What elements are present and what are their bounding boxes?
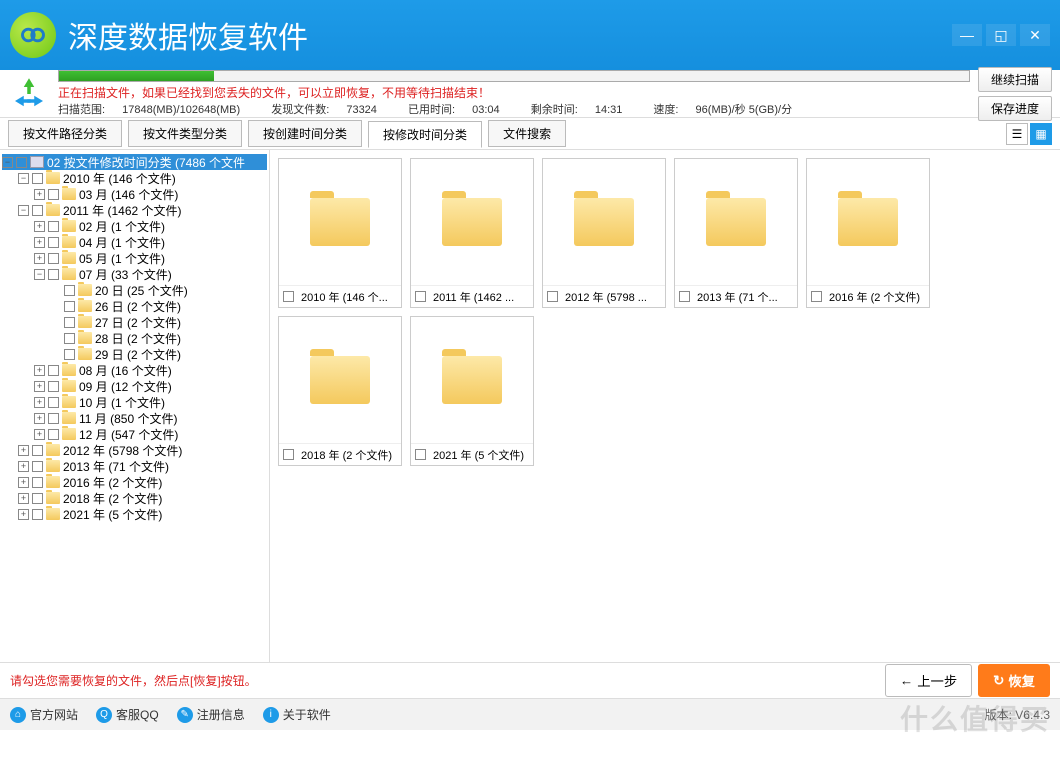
tab-path[interactable]: 按文件路径分类 <box>8 120 122 147</box>
folder-icon <box>838 198 898 246</box>
grid-view-button[interactable]: ▦ <box>1030 123 1052 145</box>
tree-node[interactable]: +2012 年 (5798 个文件) <box>2 442 267 458</box>
home-icon: ⌂ <box>10 707 26 723</box>
tree-node[interactable]: −2011 年 (1462 个文件) <box>2 202 267 218</box>
file-grid: 2010 年 (146 个... 2011 年 (1462 ... 2012 年 (… <box>270 150 1060 662</box>
recycle-icon <box>8 73 50 115</box>
tree-node[interactable]: +12 月 (547 个文件) <box>2 426 267 442</box>
folder-icon <box>574 198 634 246</box>
scan-notice: 正在扫描文件，如果已经找到您丢失的文件，可以立即恢复，不用等待扫描结束！ <box>58 84 970 101</box>
folder-icon <box>310 356 370 404</box>
folder-icon <box>706 198 766 246</box>
title-bar: 深度数据恢复软件 — ◱ ✕ <box>0 0 1060 70</box>
folder-thumb[interactable]: 2018 年 (2 个文件) <box>278 316 402 466</box>
thumb-checkbox[interactable] <box>547 291 558 302</box>
thumb-checkbox[interactable] <box>679 291 690 302</box>
tree-node[interactable]: +09 月 (12 个文件) <box>2 378 267 394</box>
tree-node[interactable]: +2013 年 (71 个文件) <box>2 458 267 474</box>
thumb-label: 2018 年 (2 个文件) <box>301 447 392 463</box>
folder-thumb[interactable]: 2010 年 (146 个... <box>278 158 402 308</box>
tab-search[interactable]: 文件搜索 <box>488 120 566 147</box>
folder-icon <box>442 356 502 404</box>
folder-thumb[interactable]: 2021 年 (5 个文件) <box>410 316 534 466</box>
tree-node[interactable]: +04 月 (1 个文件) <box>2 234 267 250</box>
tree-node[interactable]: −2010 年 (146 个文件) <box>2 170 267 186</box>
tree-node[interactable]: +2016 年 (2 个文件) <box>2 474 267 490</box>
link-qq[interactable]: Q客服QQ <box>96 706 159 723</box>
thumb-checkbox[interactable] <box>283 449 294 460</box>
tree-node[interactable]: +08 月 (16 个文件) <box>2 362 267 378</box>
folder-thumb[interactable]: 2016 年 (2 个文件) <box>806 158 930 308</box>
version-label: 版本: V6.4.3 <box>985 706 1050 723</box>
category-tabs: 按文件路径分类 按文件类型分类 按创建时间分类 按修改时间分类 文件搜索 ☰ ▦ <box>0 118 1060 150</box>
folder-thumb[interactable]: 2012 年 (5798 ... <box>542 158 666 308</box>
tree-node[interactable]: +2018 年 (2 个文件) <box>2 490 267 506</box>
folder-icon <box>442 198 502 246</box>
scan-stats: 扫描范围: 17848(MB)/102648(MB) 发现文件数: 73324 … <box>58 101 970 117</box>
thumb-label: 2012 年 (5798 ... <box>565 289 647 305</box>
close-button[interactable]: ✕ <box>1020 24 1050 46</box>
thumb-label: 2016 年 (2 个文件) <box>829 289 920 305</box>
tree-node[interactable]: +11 月 (850 个文件) <box>2 410 267 426</box>
hint-bar: 请勾选您需要恢复的文件，然后点[恢复]按钮。 ← 上一步 ↻ 恢复 <box>0 662 1060 698</box>
folder-thumb[interactable]: 2013 年 (71 个... <box>674 158 798 308</box>
prev-button[interactable]: ← 上一步 <box>885 664 972 697</box>
tree-node[interactable]: 20 日 (25 个文件) <box>2 282 267 298</box>
minimize-button[interactable]: — <box>952 24 982 46</box>
thumb-label: 2013 年 (71 个... <box>697 289 778 305</box>
info-icon: i <box>263 707 279 723</box>
thumb-checkbox[interactable] <box>283 291 294 302</box>
maximize-button[interactable]: ◱ <box>986 24 1016 46</box>
list-view-button[interactable]: ☰ <box>1006 123 1028 145</box>
link-website[interactable]: ⌂官方网站 <box>10 706 78 723</box>
tab-modified[interactable]: 按修改时间分类 <box>368 121 482 148</box>
qq-icon: Q <box>96 707 112 723</box>
save-progress-button[interactable]: 保存进度 <box>978 96 1052 121</box>
tree-node[interactable]: +2021 年 (5 个文件) <box>2 506 267 522</box>
thumb-checkbox[interactable] <box>415 291 426 302</box>
tab-type[interactable]: 按文件类型分类 <box>128 120 242 147</box>
tree-node[interactable]: +02 月 (1 个文件) <box>2 218 267 234</box>
folder-tree[interactable]: −02 按文件修改时间分类 (7486 个文件 −2010 年 (146 个文件… <box>0 150 270 662</box>
thumb-checkbox[interactable] <box>415 449 426 460</box>
app-title: 深度数据恢复软件 <box>68 13 948 57</box>
thumb-label: 2010 年 (146 个... <box>301 289 388 305</box>
link-about[interactable]: i关于软件 <box>263 706 331 723</box>
thumb-label: 2011 年 (1462 ... <box>433 289 514 305</box>
continue-scan-button[interactable]: 继续扫描 <box>978 67 1052 92</box>
thumb-label: 2021 年 (5 个文件) <box>433 447 524 463</box>
tree-node[interactable]: 27 日 (2 个文件) <box>2 314 267 330</box>
recover-button[interactable]: ↻ 恢复 <box>978 664 1050 697</box>
tree-node[interactable]: +03 月 (146 个文件) <box>2 186 267 202</box>
folder-icon <box>310 198 370 246</box>
scan-status-bar: 正在扫描文件，如果已经找到您丢失的文件，可以立即恢复，不用等待扫描结束！ 扫描范… <box>0 70 1060 118</box>
hint-text: 请勾选您需要恢复的文件，然后点[恢复]按钮。 <box>10 672 879 689</box>
tree-node[interactable]: +05 月 (1 个文件) <box>2 250 267 266</box>
tree-root[interactable]: −02 按文件修改时间分类 (7486 个文件 <box>2 154 267 170</box>
scan-progress-bar <box>58 70 970 82</box>
tree-node[interactable]: +10 月 (1 个文件) <box>2 394 267 410</box>
tree-node[interactable]: 28 日 (2 个文件) <box>2 330 267 346</box>
folder-thumb[interactable]: 2011 年 (1462 ... <box>410 158 534 308</box>
tree-node[interactable]: 29 日 (2 个文件) <box>2 346 267 362</box>
footer-bar: ⌂官方网站 Q客服QQ ✎注册信息 i关于软件 版本: V6.4.3 <box>0 698 1060 730</box>
tree-node[interactable]: −07 月 (33 个文件) <box>2 266 267 282</box>
link-register[interactable]: ✎注册信息 <box>177 706 245 723</box>
tree-node[interactable]: 26 日 (2 个文件) <box>2 298 267 314</box>
tab-created[interactable]: 按创建时间分类 <box>248 120 362 147</box>
register-icon: ✎ <box>177 707 193 723</box>
app-logo <box>10 12 56 58</box>
thumb-checkbox[interactable] <box>811 291 822 302</box>
